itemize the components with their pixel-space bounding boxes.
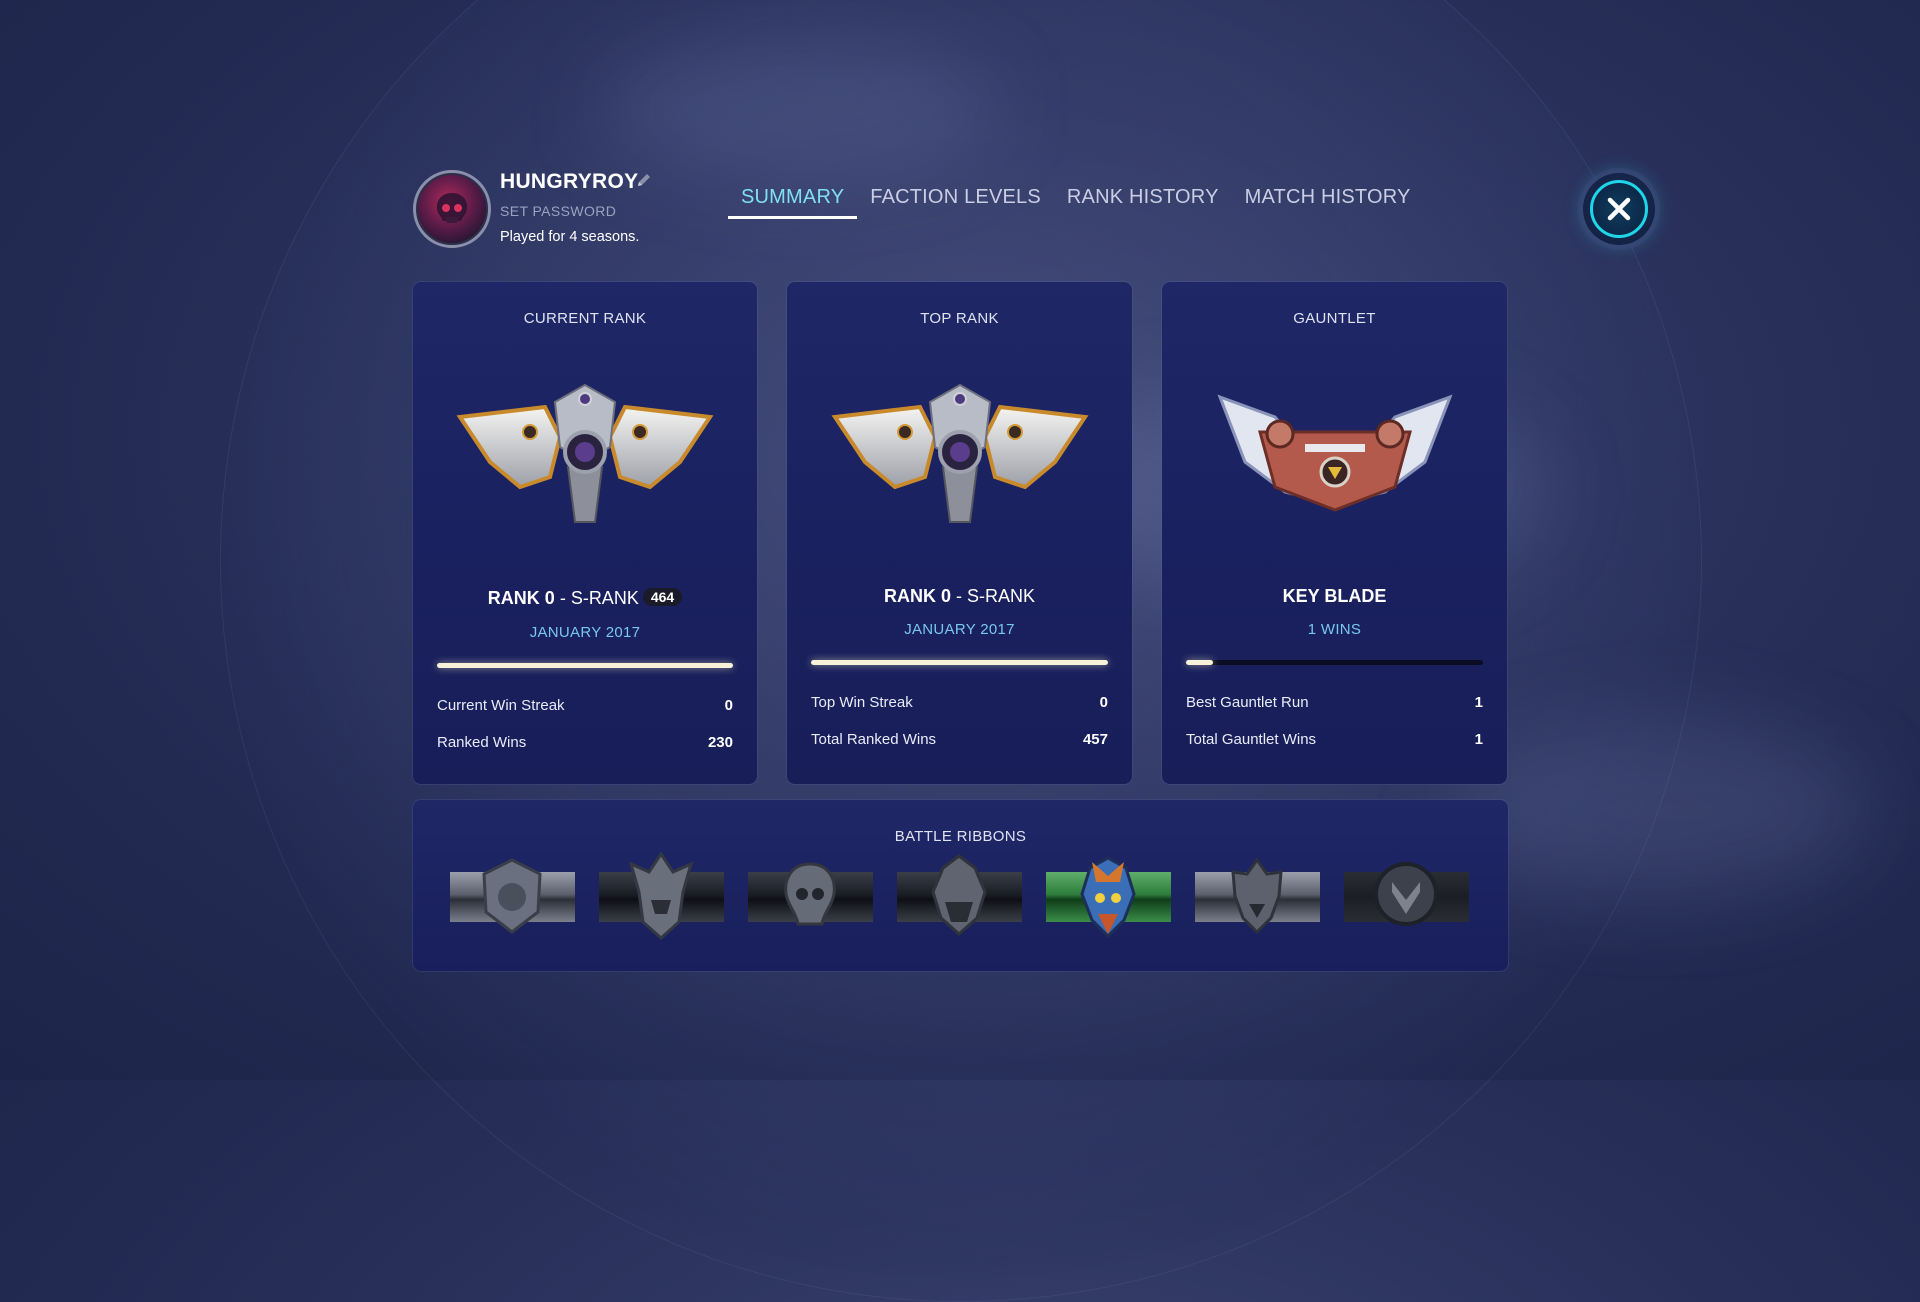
progress-fill (811, 660, 1108, 665)
rank-points-badge: 464 (642, 588, 683, 606)
card-title: CURRENT RANK (523, 310, 647, 327)
stat-label: Top Win Streak (811, 694, 913, 711)
rank-number: RANK 0 (883, 586, 951, 606)
warborn-ribbon-icon[interactable] (1046, 852, 1171, 942)
stat-row: Total Gauntlet Wins 1 (1186, 731, 1483, 748)
wolf-ribbon-icon[interactable] (1195, 852, 1320, 942)
card-title: GAUNTLET (1293, 310, 1376, 327)
progress-fill (437, 663, 733, 668)
top-rank-date: JANUARY 2017 (904, 621, 1015, 638)
stat-label: Total Gauntlet Wins (1186, 731, 1317, 748)
shield-ribbon-icon[interactable] (1344, 852, 1469, 942)
top-rank-label: RANK 0 - S-RANK (787, 586, 1132, 607)
background-cloud (1450, 720, 1870, 900)
key-blade-emblem-icon (1216, 394, 1453, 512)
gauntlet-tier-label: KEY BLADE (1162, 586, 1507, 607)
samurai-ribbon-icon[interactable] (599, 852, 724, 942)
gauntlet-progress-bar (1186, 660, 1483, 665)
tab-rank-history[interactable]: RANK HISTORY (1054, 184, 1232, 219)
card-title: TOP RANK (920, 310, 999, 327)
gauntlet-card: GAUNTLET KEY BLADE 1 WINS Best Gauntlet … (1162, 282, 1507, 784)
rank-tier: S-RANK (967, 586, 1036, 606)
top-rank-progress-bar (811, 660, 1108, 665)
battle-ribbons-panel: BATTLE RIBBONS (413, 800, 1508, 971)
set-password-link[interactable]: SET PASSWORD (500, 203, 616, 219)
avatar[interactable] (413, 170, 491, 248)
edit-pencil-icon[interactable] (636, 172, 652, 188)
stat-label: Ranked Wins (437, 734, 527, 751)
stat-row: Total Ranked Wins 457 (811, 731, 1108, 748)
stat-value: 0 (1099, 694, 1108, 711)
s-rank-emblem-icon (831, 383, 1088, 523)
close-button[interactable] (1583, 173, 1655, 245)
rank-separator: - (951, 586, 967, 606)
stat-row: Top Win Streak 0 (811, 694, 1108, 711)
progress-fill (1186, 660, 1213, 665)
stat-row: Current Win Streak 0 (437, 697, 733, 714)
knight-ribbon-icon[interactable] (450, 852, 575, 942)
profile-tabs: SUMMARY FACTION LEVELS RANK HISTORY MATC… (728, 184, 1424, 219)
username: HUNGRYROY (500, 170, 639, 193)
stat-value: 1 (1474, 731, 1483, 748)
stat-row: Best Gauntlet Run 1 (1186, 694, 1483, 711)
current-rank-label: RANK 0 - S-RANK 464 (413, 588, 757, 609)
background-cloud (600, 40, 1000, 180)
stat-value: 457 (1082, 731, 1108, 748)
battle-ribbons-title: BATTLE RIBBONS (894, 828, 1027, 845)
stat-label: Total Ranked Wins (811, 731, 937, 748)
tab-faction-levels[interactable]: FACTION LEVELS (857, 184, 1054, 219)
rank-tier: S-RANK (570, 588, 639, 608)
stat-row: Ranked Wins 230 (437, 734, 733, 751)
tab-match-history[interactable]: MATCH HISTORY (1232, 184, 1424, 219)
gauntlet-tier-name: KEY BLADE (1282, 586, 1387, 606)
stat-value: 230 (707, 734, 733, 751)
seasons-played-text: Played for 4 seasons. (500, 229, 640, 245)
gauntlet-wins-label: 1 WINS (1307, 621, 1362, 638)
skull-ribbon-icon[interactable] (748, 852, 873, 942)
current-rank-date: JANUARY 2017 (529, 624, 641, 641)
top-rank-card: TOP RANK RANK 0 - S-RANK JANUARY 2017 To… (787, 282, 1132, 784)
rank-number: RANK 0 (487, 588, 555, 608)
stat-value: 0 (724, 697, 733, 714)
stat-value: 1 (1474, 694, 1483, 711)
s-rank-emblem-icon (456, 383, 714, 523)
current-rank-progress-bar (437, 663, 733, 668)
stat-label: Best Gauntlet Run (1186, 694, 1309, 711)
rank-separator: - (554, 588, 571, 608)
current-rank-card: CURRENT RANK RANK 0 - S-RANK 464 JANUARY … (413, 282, 757, 784)
tab-summary[interactable]: SUMMARY (728, 184, 858, 219)
stat-label: Current Win Streak (437, 697, 565, 714)
close-icon (1590, 180, 1648, 238)
skull-avatar-icon (436, 193, 468, 223)
viking-ribbon-icon[interactable] (897, 852, 1022, 942)
